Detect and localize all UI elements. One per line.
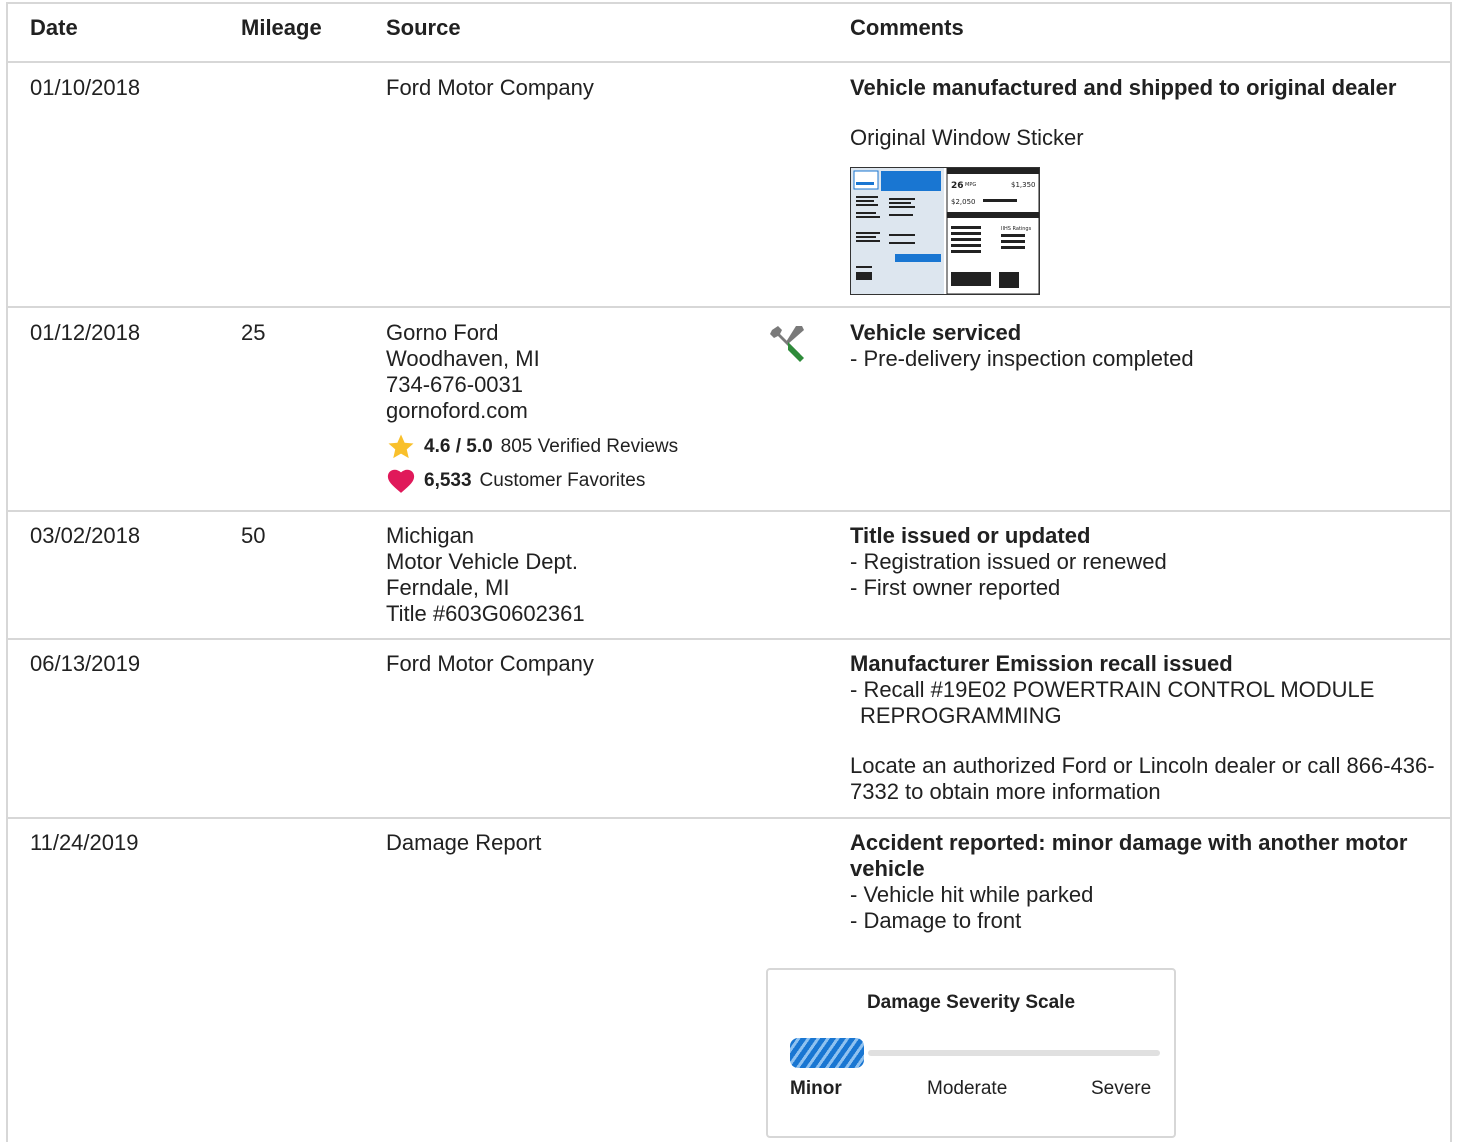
header-mileage: Mileage (241, 15, 322, 40)
source-line: Ferndale, MI (386, 575, 510, 600)
severity-label-minor: Minor (790, 1078, 842, 1099)
comment-title: Vehicle serviced (850, 320, 1022, 345)
comment-bullet: - Vehicle hit while parked (850, 882, 1094, 907)
rating-value: 4.6 / 5.0 (424, 436, 493, 457)
row-date: 01/12/2018 (30, 320, 141, 345)
row-date: 03/02/2018 (30, 523, 141, 548)
dealer-favorites: 6,533 Customer Favorites (386, 466, 678, 496)
source-line: Title #603G0602361 (386, 601, 585, 626)
heart-icon (386, 466, 416, 496)
table-row: 11/24/2019 Damage Report Accident report… (6, 819, 1452, 1139)
table-row: 01/10/2018 Ford Motor Company Vehicle ma… (6, 63, 1452, 308)
severity-title: Damage Severity Scale (866, 992, 1076, 1013)
window-sticker-link[interactable]: Original Window Sticker (850, 125, 1440, 151)
table-header: Date Mileage Source Comments (6, 2, 1452, 63)
row-date: 01/10/2018 (30, 75, 141, 100)
row-mileage: 50 (241, 523, 266, 548)
table-row: 01/12/2018 25 Gorno Ford Woodhaven, MI 7… (6, 308, 1452, 512)
row-comments: Title issued or updated - Registration i… (850, 523, 1440, 601)
header-source: Source (386, 15, 461, 40)
sticker-spend: $2,050 (951, 198, 976, 206)
row-date: 11/24/2019 (30, 830, 139, 855)
star-icon (386, 432, 416, 462)
sticker-mpg: 26 (951, 181, 964, 191)
comment-bullet: - Recall #19E02 POWERTRAIN CONTROL MODUL… (850, 677, 1375, 728)
sticker-mpg-unit: MPG (965, 182, 976, 188)
dealer-rating[interactable]: 4.6 / 5.0 805 Verified Reviews (386, 432, 678, 462)
severity-label-moderate: Moderate (927, 1078, 1008, 1099)
severity-label-severe: Severe (1091, 1078, 1152, 1099)
wrench-screwdriver-icon (766, 322, 808, 364)
row-source: Michigan Motor Vehicle Dept. Ferndale, M… (386, 523, 585, 627)
row-comments: Vehicle serviced - Pre-delivery inspecti… (850, 320, 1440, 372)
favorites-text: Customer Favorites (479, 470, 646, 491)
row-source: Ford Motor Company (386, 651, 594, 676)
comment-bullet: - First owner reported (850, 575, 1061, 600)
row-date: 06/13/2019 (30, 651, 141, 676)
row-comments: Manufacturer Emission recall issued - Re… (850, 651, 1440, 805)
dealer-website[interactable]: gornoford.com (386, 398, 678, 424)
comment-bullet: - Damage to front (850, 908, 1022, 933)
sticker-ratings: IIHS Ratings (1001, 226, 1032, 232)
comment-title: Vehicle manufactured and shipped to orig… (850, 75, 1397, 100)
row-source: Ford Motor Company (386, 75, 594, 100)
dealer-phone[interactable]: 734-676-0031 (386, 372, 678, 398)
row-comments: Vehicle manufactured and shipped to orig… (850, 75, 1440, 295)
window-sticker-thumbnail[interactable]: 26 MPG $1,350 $2,050 IIHS Ratings (850, 167, 1040, 295)
comment-bullet: - Registration issued or renewed (850, 549, 1167, 574)
header-date: Date (30, 15, 78, 40)
comment-bullet: - Pre-delivery inspection completed (850, 346, 1194, 371)
rating-text: 805 Verified Reviews (500, 436, 679, 457)
row-comments: Accident reported: minor damage with ano… (850, 830, 1440, 934)
dealer-name[interactable]: Gorno Ford (386, 320, 678, 346)
source-line: Michigan (386, 523, 475, 548)
comment-title: Accident reported: minor damage with ano… (850, 830, 1408, 881)
table-row: 06/13/2019 Ford Motor Company Manufactur… (6, 640, 1452, 819)
damage-severity-scale: Damage Severity Scale Minor Moderate Sev… (766, 968, 1176, 1138)
header-comments: Comments (850, 15, 964, 40)
sticker-save: $1,350 (1011, 181, 1036, 189)
comment-note: Locate an authorized Ford or Lincoln dea… (850, 753, 1435, 804)
table-row: 03/02/2018 50 Michigan Motor Vehicle Dep… (6, 512, 1452, 640)
dealer-location: Woodhaven, MI (386, 346, 540, 371)
severity-fill (790, 1038, 864, 1068)
row-source: Damage Report (386, 830, 542, 855)
comment-title: Manufacturer Emission recall issued (850, 651, 1233, 676)
comment-title: Title issued or updated (850, 523, 1091, 548)
severity-track (868, 1050, 1160, 1056)
row-source: Gorno Ford Woodhaven, MI 734-676-0031 go… (386, 320, 678, 496)
source-line: Motor Vehicle Dept. (386, 549, 578, 574)
row-mileage: 25 (241, 320, 266, 345)
favorites-value: 6,533 (424, 470, 472, 491)
